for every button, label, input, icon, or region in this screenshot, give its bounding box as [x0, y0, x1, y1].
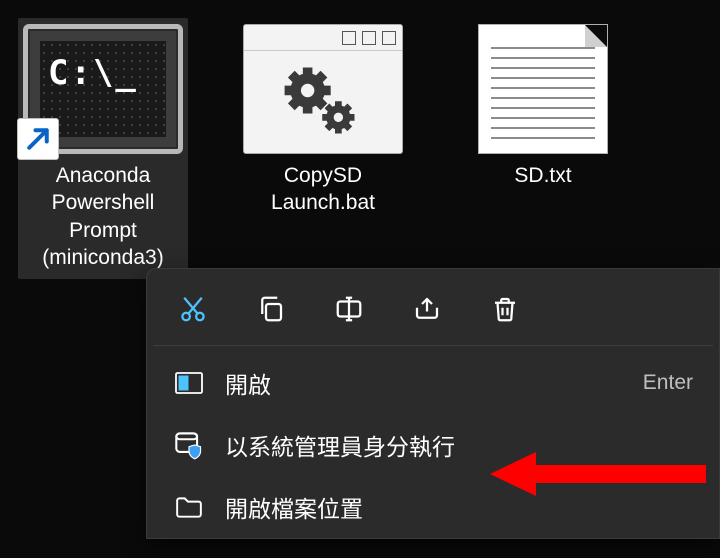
- file-item-copysd[interactable]: CopySD Launch.bat: [238, 18, 408, 225]
- open-icon: [173, 367, 205, 399]
- rename-icon[interactable]: [331, 291, 367, 327]
- terminal-prompt-text: C:\_: [48, 53, 138, 137]
- file-grid: C:\_ Anaconda Powershell Prompt (minicon…: [0, 0, 720, 279]
- file-item-anaconda[interactable]: C:\_ Anaconda Powershell Prompt (minicon…: [18, 18, 188, 279]
- context-menu-toolbar: [147, 281, 719, 345]
- txt-file-icon: [463, 24, 623, 154]
- file-label: Anaconda Powershell Prompt (miniconda3): [42, 162, 163, 271]
- cut-icon[interactable]: [175, 291, 211, 327]
- menu-item-label: 開啟: [225, 366, 623, 400]
- menu-divider: [153, 345, 713, 346]
- file-label: SD.txt: [514, 162, 571, 189]
- menu-item-open[interactable]: 開啟 Enter: [147, 352, 719, 414]
- context-menu: 開啟 Enter 以系統管理員身分執行 開啟檔案位置: [146, 268, 720, 539]
- gears-icon: [275, 62, 371, 142]
- terminal-shortcut-icon: C:\_: [23, 24, 183, 154]
- delete-icon[interactable]: [487, 291, 523, 327]
- shield-admin-icon: [173, 429, 205, 461]
- shortcut-arrow-icon: [17, 118, 59, 160]
- share-icon[interactable]: [409, 291, 445, 327]
- copy-icon[interactable]: [253, 291, 289, 327]
- menu-item-shortcut: Enter: [643, 371, 693, 395]
- annotation-arrow: [490, 452, 706, 496]
- bat-file-icon: [243, 24, 403, 154]
- folder-icon: [173, 491, 205, 523]
- file-label: CopySD Launch.bat: [271, 162, 375, 217]
- file-item-sdtxt[interactable]: SD.txt: [458, 18, 628, 197]
